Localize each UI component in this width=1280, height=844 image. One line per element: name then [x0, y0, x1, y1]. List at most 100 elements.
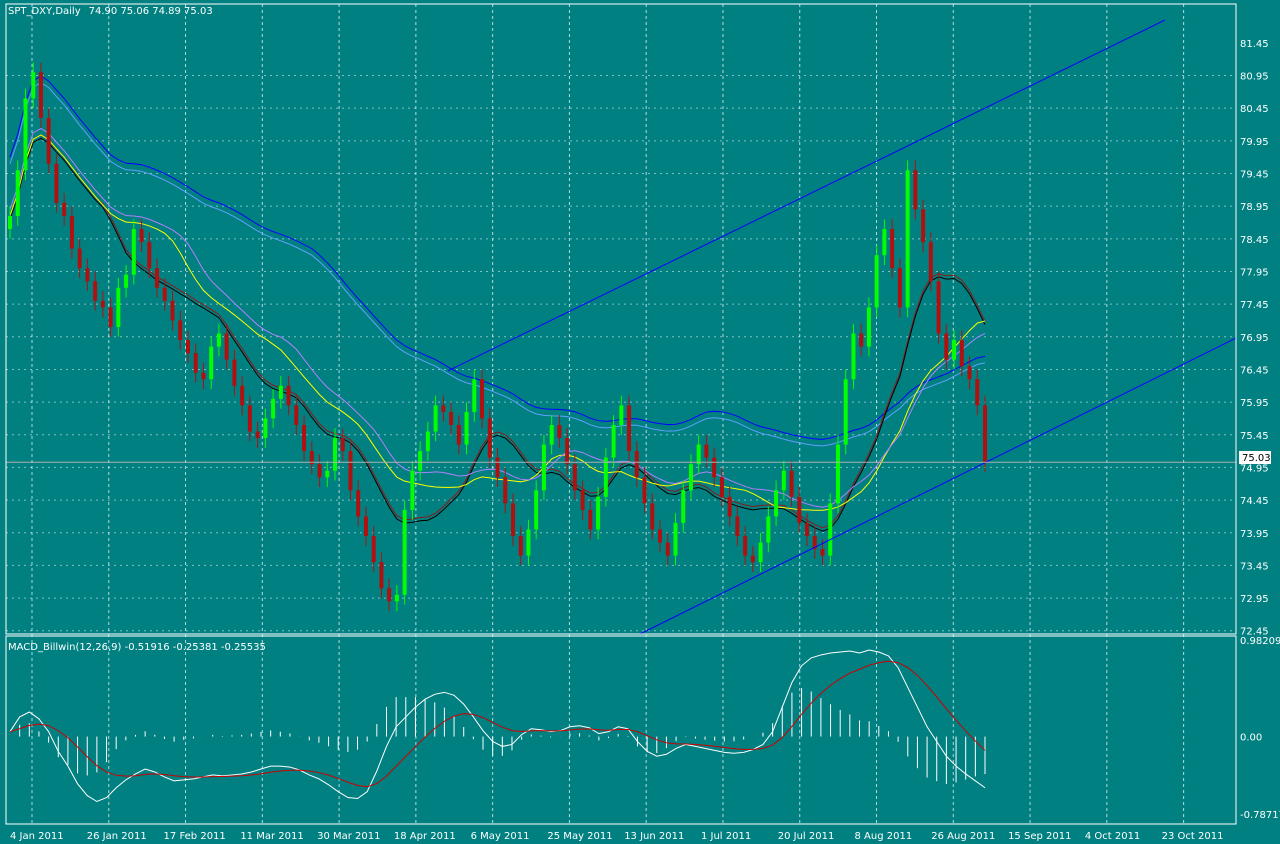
candle-body	[340, 438, 345, 452]
candle-body	[928, 242, 933, 282]
candle-body	[224, 333, 229, 360]
candle-body	[356, 490, 361, 517]
candle-body	[565, 438, 570, 465]
candle-body	[634, 451, 639, 478]
price-tick-label: 78.95	[1240, 202, 1269, 213]
candle-body	[835, 444, 840, 504]
main-chart-title: SPT_DXY,Daily 74.90 75.06 74.89 75.03	[8, 6, 213, 17]
candle-body	[890, 229, 895, 269]
candle-body	[549, 424, 554, 445]
date-tick-label: 23 Oct 2011	[1162, 831, 1224, 842]
macd-tick-label: 0.00	[1240, 733, 1262, 744]
candle-body	[580, 490, 585, 510]
candle-body	[387, 588, 392, 602]
candle-body	[425, 431, 430, 452]
candle-body	[38, 72, 43, 118]
price-tick-label: 78.45	[1240, 235, 1269, 246]
candle-body	[317, 464, 322, 478]
candle-body	[588, 509, 593, 530]
candle-body	[394, 594, 399, 602]
candle-body	[77, 248, 82, 269]
macd-title: MACD_Billwin(12,26,9) -0.51916 -0.25381 …	[8, 642, 266, 653]
candle-body	[820, 549, 825, 556]
price-tick-label: 76.95	[1240, 333, 1269, 344]
date-tick-label: 4 Jan 2011	[10, 831, 64, 842]
candle-body	[139, 229, 144, 243]
candle-body	[185, 340, 190, 354]
candle-body	[975, 379, 980, 406]
candle-body	[843, 379, 848, 445]
candle-body	[23, 98, 28, 171]
candle-body	[874, 255, 879, 308]
candle-body	[983, 405, 987, 463]
candle-body	[541, 444, 546, 491]
date-tick-label: 1 Jul 2011	[701, 831, 751, 842]
candle-body	[650, 503, 655, 530]
candle-body	[758, 542, 763, 563]
candle-body	[170, 300, 175, 321]
candle-body	[828, 503, 833, 556]
candle-body	[402, 509, 407, 595]
price-tick-label: 74.95	[1240, 463, 1269, 474]
candle-body	[882, 229, 887, 256]
candle-body	[325, 470, 330, 478]
candle-body	[704, 444, 709, 458]
candle-body	[278, 385, 283, 399]
candle-body	[441, 405, 446, 412]
candle-body	[534, 490, 539, 530]
candle-body	[944, 333, 949, 360]
price-tick-label: 73.95	[1240, 529, 1269, 540]
candle-body	[8, 215, 12, 230]
candle-body	[557, 424, 562, 439]
candle-body	[851, 333, 856, 380]
date-tick-label: 26 Aug 2011	[931, 831, 995, 842]
candle-body	[627, 405, 632, 452]
candle-body	[510, 503, 515, 537]
price-tick-label: 73.45	[1240, 561, 1269, 572]
candle-body	[518, 536, 523, 556]
candle-body	[727, 496, 732, 517]
candle-body	[271, 398, 276, 419]
candle-body	[93, 281, 98, 301]
candle-body	[897, 268, 902, 308]
candle-body	[286, 385, 291, 406]
candle-body	[952, 340, 957, 360]
candle-body	[526, 529, 531, 556]
candle-body	[472, 379, 477, 412]
date-tick-label: 4 Oct 2011	[1085, 831, 1140, 842]
date-tick-label: 8 Aug 2011	[855, 831, 913, 842]
candle-body	[69, 215, 74, 249]
candle-body	[333, 438, 337, 471]
price-tick-label: 74.45	[1240, 496, 1269, 507]
candle-body	[449, 411, 454, 425]
candle-body	[603, 457, 608, 497]
candle-body	[216, 333, 221, 347]
candle-body	[735, 516, 740, 537]
candle-body	[712, 457, 717, 478]
candle-body	[193, 353, 198, 373]
chart-canvas: 81.45 80.95 80.45 79.95 79.45 78.95 78.45 77.95…	[0, 0, 1280, 844]
price-tick-label: 77.95	[1240, 267, 1269, 278]
date-tick-label: 25 May 2011	[547, 831, 612, 842]
candle-body	[681, 490, 686, 523]
candle-body	[131, 229, 136, 275]
price-tick-label: 76.45	[1240, 365, 1269, 376]
date-tick-label: 13 Jun 2011	[624, 831, 684, 842]
candle-body	[240, 385, 245, 406]
date-tick-label: 15 Sep 2011	[1008, 831, 1071, 842]
candle-body	[108, 307, 113, 327]
candle-body	[433, 405, 438, 432]
price-tick-label: 72.95	[1240, 594, 1269, 605]
price-tick-label: 79.95	[1240, 137, 1269, 148]
candle-body	[100, 300, 105, 308]
candle-body	[642, 477, 647, 504]
candle-body	[789, 470, 794, 497]
date-tick-label: 30 Mar 2011	[317, 831, 380, 842]
candle-body	[232, 359, 237, 386]
candle-body	[913, 170, 918, 210]
candle-body	[797, 496, 802, 523]
candle-body	[859, 333, 864, 347]
candle-body	[31, 72, 36, 99]
candle-body	[464, 411, 469, 445]
candle-body	[294, 405, 299, 425]
